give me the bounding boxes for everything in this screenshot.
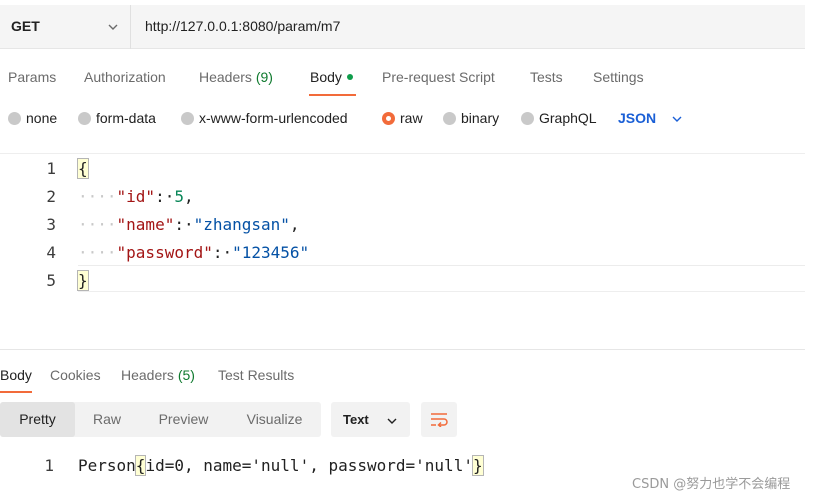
tab-headers[interactable]: Headers (9) [199, 69, 273, 85]
active-tab-underline [0, 391, 32, 393]
response-format-select[interactable]: Text [331, 402, 410, 437]
tab-settings[interactable]: Settings [593, 69, 644, 85]
view-raw-button[interactable]: Raw [75, 402, 139, 437]
response-tab-test-results[interactable]: Test Results [218, 367, 294, 383]
radio-icon [443, 112, 456, 125]
radio-icon [78, 112, 91, 125]
line-number: 5 [46, 271, 56, 290]
editor-divider [0, 153, 805, 154]
current-line-highlight [78, 265, 805, 292]
view-preview-button[interactable]: Preview [139, 402, 228, 437]
view-pretty-button[interactable]: Pretty [0, 402, 75, 437]
method-label: GET [11, 18, 40, 34]
line-number: 1 [44, 456, 54, 475]
code-line: ····"password":·"123456" [78, 243, 310, 262]
body-format-select[interactable]: JSON [618, 110, 656, 126]
radio-raw[interactable]: raw [382, 110, 423, 126]
active-tab-underline [309, 94, 356, 96]
radio-graphql[interactable]: GraphQL [521, 110, 597, 126]
tab-body[interactable]: Body [310, 69, 353, 85]
radio-form-data[interactable]: form-data [78, 110, 156, 126]
line-number: 1 [46, 159, 56, 178]
code-line: } [77, 270, 89, 291]
code-line: ····"name":·"zhangsan", [78, 215, 300, 234]
text-cursor [482, 456, 484, 474]
response-tab-body[interactable]: Body [0, 367, 32, 383]
tab-params[interactable]: Params [8, 69, 56, 85]
headers-count: (9) [255, 69, 273, 85]
url-bar: GET http://127.0.0.1:8080/param/m7 [0, 5, 805, 49]
radio-none[interactable]: none [8, 110, 57, 126]
response-line: Person{id=0, name='null', password='null… [78, 455, 484, 476]
code-line: { [77, 158, 89, 179]
line-number: 2 [46, 187, 56, 206]
response-format-label: Text [343, 412, 369, 427]
radio-x-www-form-urlencoded[interactable]: x-www-form-urlencoded [181, 110, 348, 126]
radio-binary[interactable]: binary [443, 110, 499, 126]
radio-checked-icon [382, 112, 395, 125]
line-number: 4 [46, 243, 56, 262]
wrap-lines-icon [431, 413, 448, 427]
response-divider[interactable] [0, 349, 805, 350]
response-tab-cookies[interactable]: Cookies [50, 367, 101, 383]
radio-icon [521, 112, 534, 125]
chevron-down-icon[interactable] [672, 116, 682, 122]
radio-icon [8, 112, 21, 125]
watermark: CSDN @努力也学不会编程 [632, 477, 791, 492]
radio-icon [181, 112, 194, 125]
postman-window: GET http://127.0.0.1:8080/param/m7 Param… [0, 0, 823, 497]
wrap-lines-button[interactable] [421, 402, 457, 437]
url-input[interactable]: http://127.0.0.1:8080/param/m7 [145, 18, 340, 34]
view-visualize-button[interactable]: Visualize [228, 402, 321, 437]
modified-dot-icon [346, 74, 353, 80]
tab-pre-request-script[interactable]: Pre-request Script [382, 69, 495, 85]
tab-authorization[interactable]: Authorization [84, 69, 166, 85]
tab-tests[interactable]: Tests [530, 69, 563, 85]
response-tab-headers[interactable]: Headers (5) [121, 367, 195, 383]
response-view-toggle: Pretty Raw Preview Visualize [0, 402, 321, 437]
chevron-down-icon [387, 418, 397, 424]
method-select[interactable]: GET [0, 5, 131, 49]
editor-divider [78, 291, 805, 292]
line-number: 3 [46, 215, 56, 234]
headers-count: (5) [177, 367, 195, 383]
code-line: ····"id":·5, [78, 187, 194, 206]
chevron-down-icon [108, 24, 118, 30]
